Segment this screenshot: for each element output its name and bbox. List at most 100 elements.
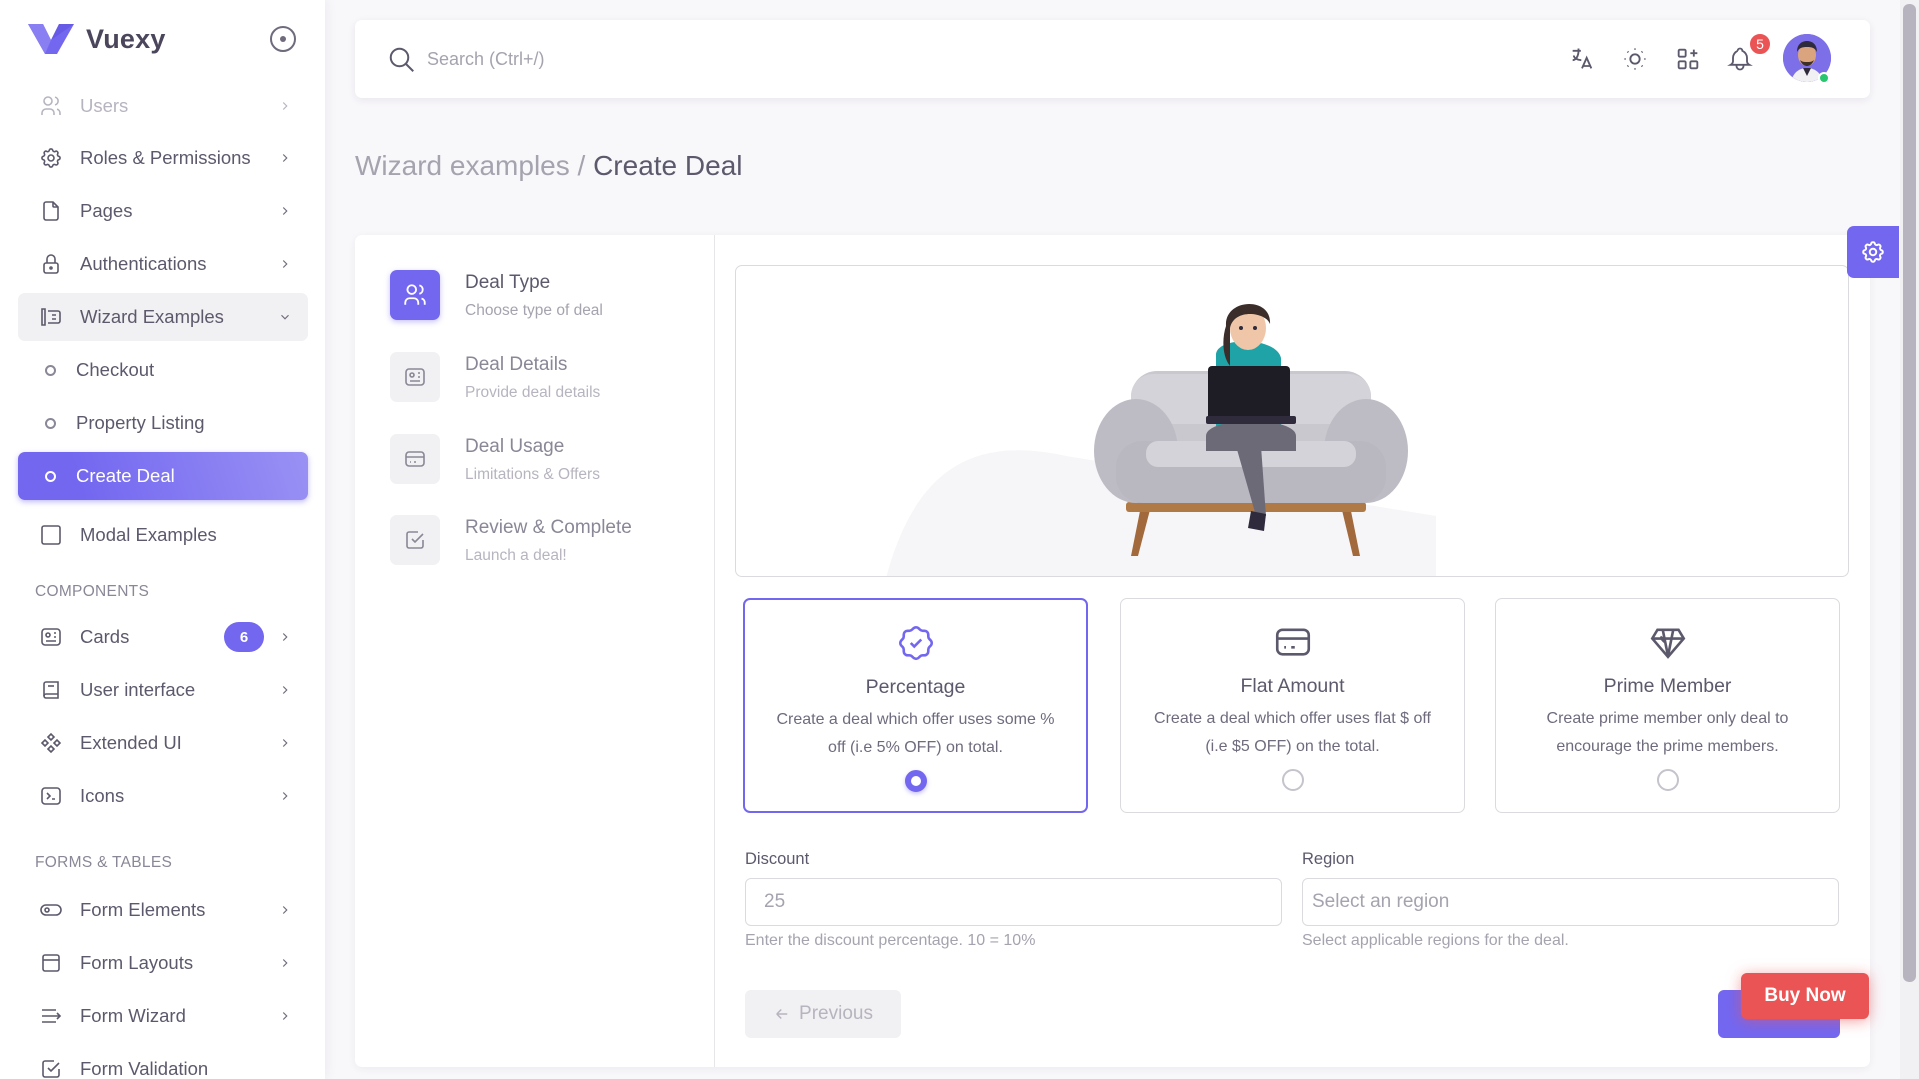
option-prime-member[interactable]: Prime Member Create prime member only de… [1495,598,1840,813]
credit-card-icon [390,434,440,484]
section-header-components: COMPONENTS [35,583,150,600]
credit-card-icon [1275,628,1310,656]
sidebar-item-label: Users [80,95,129,116]
discount-input[interactable] [745,878,1282,926]
checkbox-icon [38,1056,64,1079]
chevron-right-icon [282,207,288,215]
buy-now-button[interactable]: Buy Now [1741,973,1869,1019]
option-description: Create prime member only deal to encoura… [1546,710,1789,755]
discount-help-text: Enter the discount percentage. 10 = 10% [745,932,1036,949]
square-icon [38,522,64,548]
chevron-right-icon [282,792,288,800]
sidebar-item-label: Icons [80,785,125,806]
gear-icon [1862,241,1884,263]
region-label: Region [1302,850,1355,868]
sidebar-item-label: Authentications [80,253,207,274]
step-subtitle: Provide deal details [465,384,601,401]
sidebar-nav: Users Roles & Permissions Pages Authenti… [18,84,308,1079]
chevron-right-icon [282,260,288,268]
search-input[interactable] [427,42,1027,76]
sidebar-item-modal-examples[interactable]: Modal Examples [18,511,308,559]
sidebar-subitem-property-listing[interactable]: Property Listing [18,399,308,447]
sidebar-item-label: Checkout [76,359,155,380]
region-select[interactable]: Select an region [1302,878,1839,926]
breadcrumb-parent[interactable]: Wizard examples / [355,150,585,181]
id-card-icon [390,352,440,402]
discount-check-icon [898,625,933,661]
sidebar-collapse-button[interactable] [270,26,296,52]
option-radio[interactable] [1281,769,1304,791]
lock-icon [38,251,64,277]
sidebar-item-label: Form Validation [80,1058,209,1079]
option-percentage[interactable]: Percentage Create a deal which offer use… [743,598,1088,813]
sidebar-item-roles[interactable]: Roles & Permissions [18,134,308,182]
sidebar-item-user-interface[interactable]: User interface [18,666,308,714]
sidebar-item-label: Form Layouts [80,952,194,973]
sidebar-item-cards[interactable]: Cards 6 [18,613,308,661]
file-icon [38,198,64,224]
page-scrollbar-thumb[interactable] [1903,4,1916,982]
language-icon[interactable] [1567,44,1597,74]
components-icon [38,730,64,756]
sidebar-subitem-create-deal[interactable]: Create Deal [18,452,308,500]
option-radio[interactable] [1656,769,1679,791]
terminal-icon [38,783,64,809]
sidebar-item-label: Wizard Examples [80,306,224,327]
step-review-complete[interactable]: Review & Complete Launch a deal! [390,515,632,565]
step-title: Review & Complete [465,517,632,538]
settings-icon [38,145,64,171]
sidebar-item-form-wizard[interactable]: Form Wizard [18,992,308,1040]
sidebar-item-form-layouts[interactable]: Form Layouts [18,939,308,987]
brand[interactable]: Vuexy [28,22,166,56]
notification-badge: 5 [1748,32,1772,56]
sidebar-item-label: Property Listing [76,412,205,433]
circle-icon [45,417,56,429]
deal-illustration [735,265,1849,577]
checkbox-icon [390,515,440,565]
apps-grid-icon[interactable] [1673,44,1703,74]
sidebar-item-wizard-examples[interactable]: Wizard Examples [18,293,308,341]
breadcrumb: Wizard examples / Create Deal [355,150,742,182]
step-deal-type[interactable]: Deal Type Choose type of deal [390,270,603,320]
sidebar-item-form-elements[interactable]: Form Elements [18,886,308,934]
sidebar-subitem-checkout[interactable]: Checkout [18,346,308,394]
online-status-dot [1818,72,1830,84]
sidebar-item-label: Create Deal [76,465,175,486]
sidebar: Vuexy Users Roles & Permissions Pages Au… [0,0,325,1079]
count-badge: 6 [224,622,264,652]
chevron-right-icon [282,739,288,747]
step-subtitle: Limitations & Offers [465,466,600,483]
chevron-right-icon [282,154,288,162]
notebook-icon [38,677,64,703]
step-title: Deal Details [465,354,568,375]
sidebar-item-icons[interactable]: Icons [18,772,308,820]
sidebar-item-label: Roles & Permissions [80,147,251,168]
toggle-icon [38,897,64,923]
discount-label: Discount [745,850,810,868]
search-icon[interactable] [387,45,417,75]
option-title: Prime Member [1603,675,1732,697]
sidebar-item-form-validation[interactable]: Form Validation [18,1045,308,1079]
previous-button[interactable]: Previous [745,990,901,1038]
option-title: Percentage [865,676,966,698]
chevron-right-icon [282,959,288,967]
customizer-settings-button[interactable] [1847,226,1899,278]
step-deal-usage[interactable]: Deal Usage Limitations & Offers [390,434,600,484]
woman-on-sofa-illustration [886,303,1436,576]
sun-icon[interactable] [1620,44,1650,74]
sidebar-item-extended-ui[interactable]: Extended UI [18,719,308,767]
chevron-right-icon [282,1012,288,1020]
chevron-right-icon [282,633,288,641]
option-radio[interactable] [904,770,927,792]
step-subtitle: Choose type of deal [465,302,603,319]
sidebar-item-authentications[interactable]: Authentications [18,240,308,288]
option-flat-amount[interactable]: Flat Amount Create a deal which offer us… [1120,598,1465,813]
chevron-down-icon [281,314,289,320]
arrow-left-icon [776,1008,788,1020]
step-title: Deal Type [465,272,551,293]
wizard-icon [38,304,64,330]
sidebar-item-pages[interactable]: Pages [18,187,308,235]
step-deal-details[interactable]: Deal Details Provide deal details [390,352,600,402]
brand-name: Vuexy [86,23,166,54]
sidebar-item-users[interactable]: Users [18,84,308,128]
